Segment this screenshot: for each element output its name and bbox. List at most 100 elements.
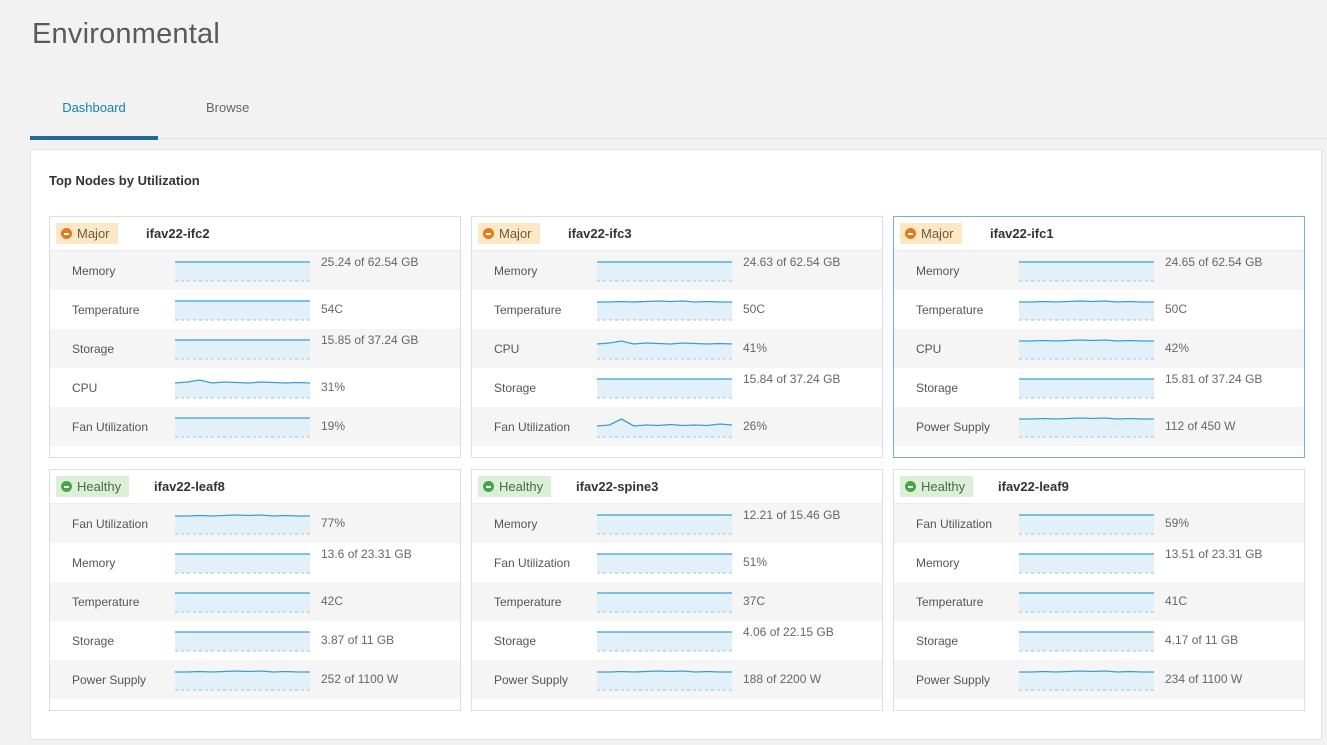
status-badge: Major [56, 223, 118, 244]
sparkline-chart [597, 340, 732, 360]
metric-row[interactable]: Storage 15.81 of 37.24 GB [894, 368, 1304, 407]
metric-value: 51% [743, 555, 768, 569]
metric-value: 19% [321, 419, 346, 433]
sparkline-chart [175, 417, 310, 438]
sparkline-chart [597, 378, 732, 399]
metric-value: 26% [743, 419, 768, 433]
metric-row[interactable]: Memory 25.24 of 62.54 GB [50, 251, 460, 290]
metric-label: Temperature [494, 595, 562, 609]
sparkline-chart [1019, 592, 1154, 613]
node-card-header: Healthy ifav22-spine3 [472, 470, 882, 504]
node-card[interactable]: Major ifav22-ifc2 Memory 25.24 of 62.54 GB T… [49, 216, 461, 458]
metric-label: Memory [72, 264, 116, 278]
metric-value: 112 of 450 W [1165, 419, 1236, 433]
node-name[interactable]: ifav22-ifc2 [146, 226, 210, 241]
metric-row[interactable]: Temperature 41C [894, 582, 1304, 621]
metric-row[interactable]: Storage 4.17 of 11 GB [894, 621, 1304, 660]
tab-dashboard[interactable]: Dashboard [30, 100, 158, 140]
metric-row[interactable]: Power Supply 234 of 1100 W [894, 660, 1304, 699]
node-name[interactable]: ifav22-leaf8 [154, 479, 225, 494]
metric-row[interactable]: Temperature 42C [50, 582, 460, 621]
metric-value: 234 of 1100 W [1165, 672, 1243, 686]
metric-label: Fan Utilization [72, 517, 149, 531]
metric-row[interactable]: Fan Utilization 26% [472, 407, 882, 446]
node-name[interactable]: ifav22-ifc3 [568, 226, 632, 241]
metric-row[interactable]: Temperature 54C [50, 290, 460, 329]
metric-value: 59% [1165, 516, 1190, 530]
tab-browse[interactable]: Browse [206, 100, 249, 115]
status-label: Major [77, 226, 110, 241]
node-name[interactable]: ifav22-spine3 [576, 479, 658, 494]
healthy-status-icon [483, 481, 494, 492]
metric-label: Storage [72, 634, 115, 648]
major-status-icon [483, 228, 494, 239]
metric-row[interactable]: Fan Utilization 59% [894, 504, 1304, 543]
metric-row[interactable]: Storage 4.06 of 22.15 GB [472, 621, 882, 660]
sparkline-chart [175, 379, 310, 399]
metric-value: 15.81 of 37.24 GB [1165, 372, 1263, 386]
metric-row[interactable]: Temperature 50C [894, 290, 1304, 329]
metric-value: 13.6 of 23.31 GB [321, 547, 412, 561]
metric-row[interactable]: Fan Utilization 19% [50, 407, 460, 446]
metric-row[interactable]: Storage 3.87 of 11 GB [50, 621, 460, 660]
node-card[interactable]: Healthy ifav22-spine3 Memory 12.21 of 15.46… [471, 469, 883, 711]
metric-row[interactable]: Power Supply 252 of 1100 W [50, 660, 460, 699]
metric-row[interactable]: Storage 15.84 of 37.24 GB [472, 368, 882, 407]
sparkline-chart [1019, 553, 1154, 574]
metric-row[interactable]: CPU 42% [894, 329, 1304, 368]
metric-row[interactable]: Storage 15.85 of 37.24 GB [50, 329, 460, 368]
metric-row[interactable]: Memory 12.21 of 15.46 GB [472, 504, 882, 543]
metric-value: 4.06 of 22.15 GB [743, 625, 834, 639]
metric-label: Temperature [916, 595, 984, 609]
metric-row[interactable]: Power Supply 188 of 2200 W [472, 660, 882, 699]
metric-value: 12.21 of 15.46 GB [743, 508, 841, 522]
major-status-icon [61, 228, 72, 239]
node-card[interactable]: Healthy ifav22-leaf8 Fan Utilization 77% Mem… [49, 469, 461, 711]
metric-row[interactable]: CPU 41% [472, 329, 882, 368]
status-label: Healthy [499, 479, 544, 494]
tab-bar: Dashboard Browse [30, 88, 1327, 140]
sparkline-chart [597, 670, 732, 691]
status-label: Healthy [921, 479, 966, 494]
metric-value: 50C [743, 302, 766, 316]
metric-row[interactable]: Temperature 37C [472, 582, 882, 621]
metric-label: Memory [916, 264, 960, 278]
metric-label: Fan Utilization [494, 420, 571, 434]
sparkline-chart [597, 631, 732, 652]
status-badge: Healthy [56, 476, 130, 497]
metric-value: 13.51 of 23.31 GB [1165, 547, 1263, 561]
metric-value: 42C [321, 594, 344, 608]
metric-row[interactable]: Memory 24.63 of 62.54 GB [472, 251, 882, 290]
node-card-header: Major ifav22-ifc3 [472, 217, 882, 251]
node-name[interactable]: ifav22-ifc1 [990, 226, 1054, 241]
metric-value: 50C [1165, 302, 1188, 316]
metric-value: 77% [321, 516, 346, 530]
metric-label: Storage [72, 342, 115, 356]
sparkline-chart [1019, 300, 1154, 321]
node-name[interactable]: ifav22-leaf9 [998, 479, 1069, 494]
node-card[interactable]: Healthy ifav22-leaf9 Fan Utilization 59% Mem… [893, 469, 1305, 711]
metric-row[interactable]: Fan Utilization 77% [50, 504, 460, 543]
major-status-icon [905, 228, 916, 239]
metric-row[interactable]: Fan Utilization 51% [472, 543, 882, 582]
metric-label: Memory [494, 517, 538, 531]
metric-value: 54C [321, 302, 344, 316]
metric-label: Memory [72, 556, 116, 570]
node-card[interactable]: Major ifav22-ifc3 Memory 24.63 of 62.54 GB T… [471, 216, 883, 458]
sparkline-chart [175, 261, 310, 282]
metric-row[interactable]: Memory 13.51 of 23.31 GB [894, 543, 1304, 582]
metric-label: Temperature [494, 303, 562, 317]
panel-title: Top Nodes by Utilization [49, 173, 200, 188]
metric-row[interactable]: Power Supply 112 of 450 W [894, 407, 1304, 446]
metric-label: Storage [494, 634, 537, 648]
metric-row[interactable]: Temperature 50C [472, 290, 882, 329]
sparkline-chart [597, 514, 732, 535]
metric-label: CPU [916, 342, 942, 356]
node-card[interactable]: Major ifav22-ifc1 Memory 24.65 of 62.54 GB T… [893, 216, 1305, 458]
status-label: Major [921, 226, 954, 241]
metric-label: Temperature [916, 303, 984, 317]
metric-row[interactable]: CPU 31% [50, 368, 460, 407]
metric-value: 25.24 of 62.54 GB [321, 255, 419, 269]
metric-row[interactable]: Memory 13.6 of 23.31 GB [50, 543, 460, 582]
metric-row[interactable]: Memory 24.65 of 62.54 GB [894, 251, 1304, 290]
